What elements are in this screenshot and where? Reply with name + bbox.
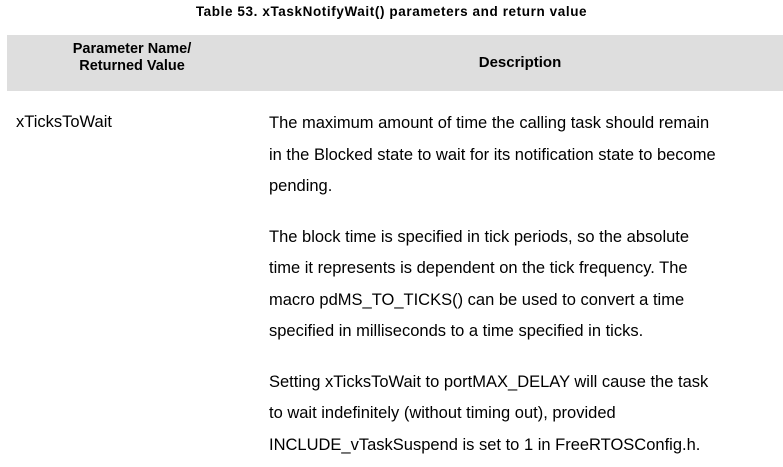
description-line: pending. (269, 177, 333, 195)
table-caption: Table 53. xTaskNotifyWait() parameters a… (195, 4, 588, 19)
parameter-name-cell: xTicksToWait (16, 113, 112, 131)
header-parameter-line-1: Parameter Name/ (72, 41, 192, 57)
description-line: The block time is specified in tick peri… (269, 227, 690, 246)
description-line: time it represents is dependent on the t… (269, 259, 688, 277)
header-parameter-line-2: Returned Value (79, 58, 185, 74)
description-line: INCLUDE_vTaskSuspend is set to 1 in Free… (269, 435, 701, 454)
description-paragraph: The maximum amount of time the calling t… (269, 108, 779, 203)
description-line: Setting xTicksToWait to portMAX_DELAY wi… (269, 372, 709, 391)
header-description: Description (478, 54, 562, 71)
table-header-row: Parameter Name/ Returned Value Descripti… (7, 35, 783, 91)
description-line: The maximum amount of time the calling t… (269, 114, 710, 132)
description-line: specified in milliseconds to a time spec… (269, 322, 644, 340)
description-line: in the Blocked state to wait for its not… (269, 145, 716, 164)
description-line: to wait indefinitely (without timing out… (269, 404, 616, 422)
header-parameter-name: Parameter Name/ Returned Value (7, 41, 257, 75)
description-paragraph: Setting xTicksToWait to portMAX_DELAY wi… (269, 367, 779, 462)
description-cell: The maximum amount of time the calling t… (269, 108, 779, 461)
description-paragraph: The block time is specified in tick peri… (269, 222, 779, 348)
description-line: macro pdMS_TO_TICKS() can be used to con… (269, 290, 685, 309)
